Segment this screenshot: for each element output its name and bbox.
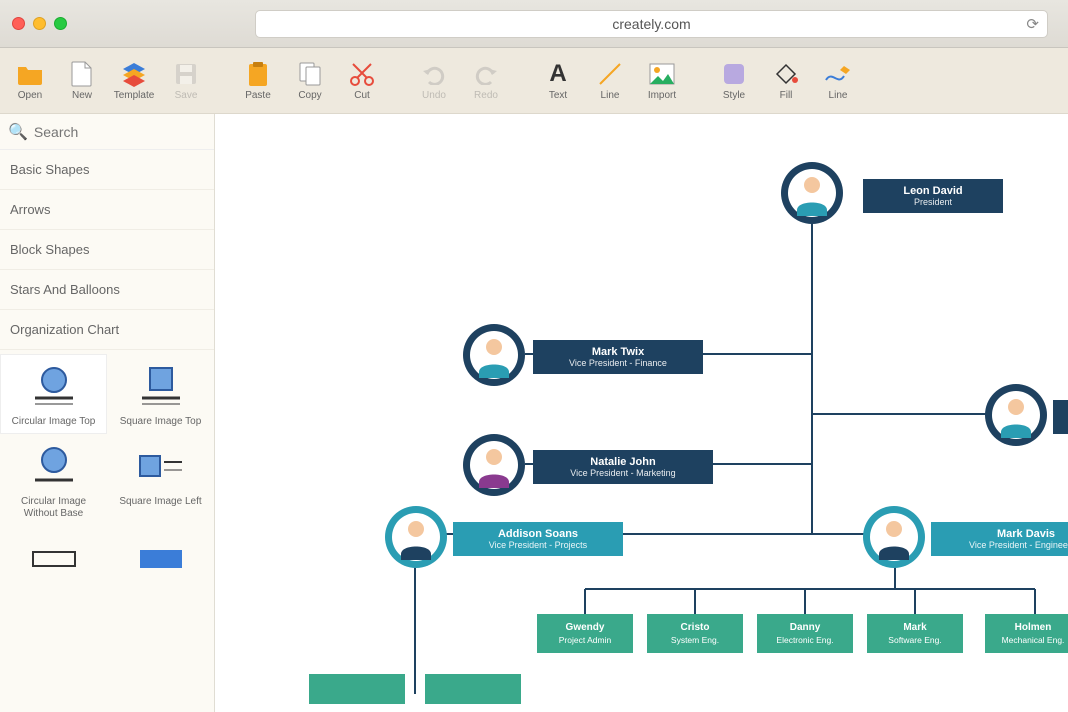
redo-icon	[472, 60, 500, 88]
copy-button[interactable]: Copy	[284, 51, 336, 111]
import-button[interactable]: Import	[636, 51, 688, 111]
avatar-vp-hr[interactable]	[985, 384, 1047, 446]
address-bar[interactable]: creately.com ⟳	[255, 10, 1048, 38]
shapes-sidebar: 🔍 Basic Shapes Arrows Block Shapes Stars…	[0, 114, 215, 712]
avatar-vp-finance[interactable]	[463, 324, 525, 386]
cut-button[interactable]: Cut	[336, 51, 388, 111]
card-vp-engineering[interactable]: Mark Davis Vice President - Engineering	[931, 522, 1068, 556]
category-arrows[interactable]: Arrows	[0, 190, 214, 230]
category-block-shapes[interactable]: Block Shapes	[0, 230, 214, 270]
avatar-president[interactable]	[781, 162, 843, 224]
image-icon	[648, 60, 676, 88]
shape-circular-image-top[interactable]: Circular Image Top	[0, 354, 107, 434]
card-vp-hr[interactable]: Stephen George Vice President HR	[1053, 400, 1068, 434]
text-button[interactable]: A Text	[532, 51, 584, 111]
card-vp-marketing[interactable]: Natalie John Vice President - Marketing	[533, 450, 713, 484]
shape-extra-2[interactable]	[107, 526, 214, 590]
folder-icon	[16, 60, 44, 88]
template-button[interactable]: Template	[108, 51, 160, 111]
search-input[interactable]	[34, 124, 215, 140]
minimize-window-button[interactable]	[33, 17, 46, 30]
category-basic-shapes[interactable]: Basic Shapes	[0, 150, 214, 190]
new-button[interactable]: New	[56, 51, 108, 111]
reload-icon[interactable]: ⟳	[1026, 15, 1039, 33]
card-vp-projects[interactable]: Addison Soans Vice President - Projects	[453, 522, 623, 556]
avatar-vp-marketing[interactable]	[463, 434, 525, 496]
search-icon: 🔍	[8, 122, 28, 142]
text-icon: A	[544, 60, 572, 88]
category-org-chart[interactable]: Organization Chart	[0, 310, 214, 350]
emp-card-proj2[interactable]	[425, 674, 521, 704]
shape-circular-image-nobase[interactable]: Circular Image Without Base	[0, 434, 107, 526]
avatar-vp-projects[interactable]	[385, 506, 447, 568]
toolbar: Open New Template Save Paste Copy Cut Un…	[0, 48, 1068, 114]
line-icon	[596, 60, 624, 88]
copy-icon	[296, 60, 324, 88]
avatar-vp-engineering[interactable]	[863, 506, 925, 568]
paste-icon	[244, 60, 272, 88]
new-file-icon	[68, 60, 96, 88]
maximize-window-button[interactable]	[54, 17, 67, 30]
emp-card-proj1[interactable]	[309, 674, 405, 704]
shape-square-image-top[interactable]: Square Image Top	[107, 354, 214, 434]
card-president[interactable]: Leon David President	[863, 179, 1003, 213]
fill-button[interactable]: Fill	[760, 51, 812, 111]
canvas[interactable]: Leon David President Mark Twix Vice Pres…	[215, 114, 1068, 712]
shape-grid: Circular Image Top Square Image Top Circ…	[0, 350, 214, 594]
browser-chrome: creately.com ⟳	[0, 0, 1068, 48]
undo-icon	[420, 60, 448, 88]
shape-extra-1[interactable]	[0, 526, 107, 590]
emp-card-danny[interactable]: Danny Electronic Eng.	[757, 614, 853, 653]
search-row: 🔍	[0, 114, 214, 150]
emp-card-holmen[interactable]: Holmen Mechanical Eng.	[985, 614, 1068, 653]
url-text: creately.com	[612, 16, 690, 32]
style-button[interactable]: Style	[708, 51, 760, 111]
close-window-button[interactable]	[12, 17, 25, 30]
main: 🔍 Basic Shapes Arrows Block Shapes Stars…	[0, 114, 1068, 712]
line-button[interactable]: Line	[584, 51, 636, 111]
bucket-icon	[772, 60, 800, 88]
line-style-button[interactable]: Line	[812, 51, 864, 111]
emp-card-cristo[interactable]: Cristo System Eng.	[647, 614, 743, 653]
paste-button[interactable]: Paste	[232, 51, 284, 111]
redo-button[interactable]: Redo	[460, 51, 512, 111]
undo-button[interactable]: Undo	[408, 51, 460, 111]
card-vp-finance[interactable]: Mark Twix Vice President - Finance	[533, 340, 703, 374]
window-controls	[12, 17, 67, 30]
save-button[interactable]: Save	[160, 51, 212, 111]
shape-square-image-left[interactable]: Square Image Left	[107, 434, 214, 526]
style-icon	[720, 60, 748, 88]
emp-card-gwendy[interactable]: Gwendy Project Admin	[537, 614, 633, 653]
category-stars-balloons[interactable]: Stars And Balloons	[0, 270, 214, 310]
save-icon	[172, 60, 200, 88]
template-icon	[120, 60, 148, 88]
emp-card-mark[interactable]: Mark Software Eng.	[867, 614, 963, 653]
scissors-icon	[348, 60, 376, 88]
open-button[interactable]: Open	[4, 51, 56, 111]
pencil-line-icon	[824, 60, 852, 88]
